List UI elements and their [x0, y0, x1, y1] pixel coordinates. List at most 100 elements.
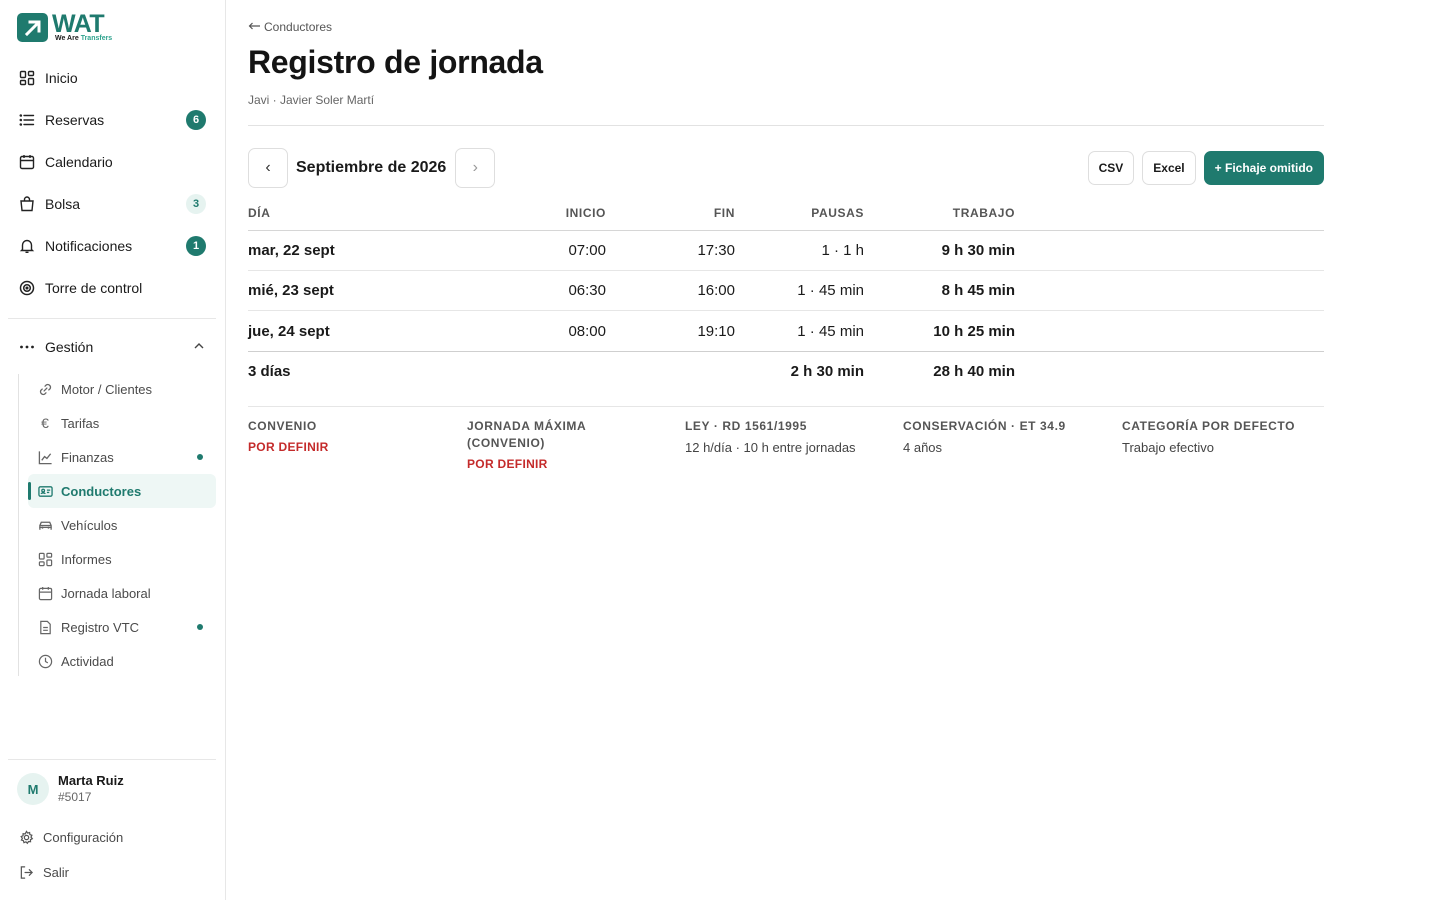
settings-link[interactable]: Configuración — [18, 829, 123, 845]
sidebar-item-label: Informes — [61, 551, 112, 567]
info-divider — [248, 406, 1324, 407]
sidebar-divider — [8, 759, 216, 760]
nav-label: Torre de control — [45, 280, 143, 296]
chevron-right-icon: › — [472, 159, 478, 176]
column-header-day: DÍA — [248, 206, 271, 220]
sidebar-item-finanzas[interactable]: Finanzas — [28, 440, 216, 474]
nav-item-torre-de-control[interactable]: Torre de control — [8, 267, 216, 309]
info-title: JORNADA MÁXIMA (CONVENIO) — [467, 419, 586, 450]
brand-logo[interactable]: WAT We Are Transfers — [17, 10, 113, 42]
more-horizontal-icon — [18, 338, 36, 356]
info-title: CATEGORÍA POR DEFECTO — [1122, 419, 1296, 433]
sidebar-item-conductores[interactable]: Conductores — [28, 474, 216, 508]
nav-label: Calendario — [45, 154, 113, 170]
nav-item-bolsa[interactable]: Bolsa 3 — [8, 183, 216, 225]
list-icon — [18, 111, 36, 129]
info-convenio: CONVENIO POR DEFINIR — [248, 418, 448, 456]
document-icon — [37, 619, 53, 635]
subnav-guide-line — [18, 374, 19, 676]
sidebar-item-tarifas[interactable]: € Tarifas — [28, 406, 216, 440]
nav-item-inicio[interactable]: Inicio — [8, 57, 216, 99]
nav-item-calendario[interactable]: Calendario — [8, 141, 216, 183]
add-missed-punch-button[interactable]: + Fichaje omitido — [1203, 151, 1324, 185]
month-navigator: ‹ Septiembre de 2026 › — [248, 148, 496, 188]
user-card[interactable]: M Marta Ruiz #5017 — [17, 773, 124, 805]
sidebar-item-label: Motor / Clientes — [61, 381, 153, 397]
sidebar-item-label: Vehículos — [61, 517, 118, 533]
sidebar-item-registro-vtc[interactable]: Registro VTC — [28, 610, 216, 644]
clock-icon — [37, 653, 53, 669]
total-work: 28 h 40 min — [933, 363, 1015, 380]
total-days: 3 días — [248, 363, 291, 380]
info-title: CONSERVACIÓN · ET 34.9 — [903, 419, 1066, 433]
dashboard-icon — [37, 551, 53, 567]
user-name: Marta Ruiz — [58, 773, 124, 788]
sidebar-item-label: Registro VTC — [61, 619, 140, 635]
sidebar-item-label: Jornada laboral — [61, 585, 151, 601]
info-conservacion: CONSERVACIÓN · ET 34.9 4 años — [903, 418, 1103, 456]
main-nav: Inicio Reservas 6 Calendario Bolsa 3 Not… — [8, 57, 216, 309]
arrow-left-icon — [248, 20, 261, 34]
page-title: Registro de jornada — [248, 44, 543, 80]
target-icon — [18, 279, 36, 297]
id-card-icon — [37, 483, 53, 499]
logout-link[interactable]: Salir — [18, 864, 69, 880]
notificaciones-count-badge: 1 — [186, 236, 206, 256]
page-subtitle: Javi · Javier Soler Martí — [248, 93, 375, 107]
sidebar-item-actividad[interactable]: Actividad — [28, 644, 216, 678]
table-row[interactable]: mar, 22 sept 07:00 17:30 1 · 1 h 9 h 30 … — [248, 231, 1324, 271]
gestion-subnav: Motor / Clientes € Tarifas Finanzas Cond… — [28, 372, 216, 678]
user-id: #5017 — [58, 790, 92, 804]
next-month-button[interactable]: › — [455, 148, 496, 188]
chevron-up-icon[interactable] — [192, 339, 206, 356]
main-content: Conductores Registro de jornada Javi · J… — [248, 0, 1324, 900]
sidebar-item-motor-clientes[interactable]: Motor / Clientes — [28, 372, 216, 406]
settings-label: Configuración — [43, 829, 124, 845]
chevron-left-icon: ‹ — [265, 159, 271, 176]
nav-item-notificaciones[interactable]: Notificaciones 1 — [8, 225, 216, 267]
sidebar-item-informes[interactable]: Informes — [28, 542, 216, 576]
cell-breaks: 1 · 45 min — [797, 282, 864, 299]
table-row[interactable]: jue, 24 sept 08:00 19:10 1 · 45 min 10 h… — [248, 311, 1324, 351]
nav-label: Inicio — [45, 70, 78, 86]
cell-start: 06:30 — [568, 282, 606, 299]
bell-icon — [18, 237, 36, 255]
nav-group-gestion[interactable]: Gestión — [8, 326, 216, 368]
nav-label: Bolsa — [45, 196, 81, 212]
month-label: Septiembre de 2026 — [296, 159, 447, 176]
back-link[interactable]: Conductores — [248, 20, 332, 34]
sidebar-item-vehiculos[interactable]: Vehículos — [28, 508, 216, 542]
bag-icon — [18, 195, 36, 213]
total-breaks: 2 h 30 min — [790, 363, 864, 380]
export-csv-button[interactable]: CSV — [1087, 151, 1135, 185]
logout-icon — [18, 864, 34, 880]
sidebar-item-label: Tarifas — [61, 415, 100, 431]
car-icon — [37, 517, 53, 533]
cell-breaks: 1 · 1 h — [821, 242, 864, 259]
back-link-label: Conductores — [264, 20, 333, 34]
table-row[interactable]: mié, 23 sept 06:30 16:00 1 · 45 min 8 h … — [248, 271, 1324, 311]
sidebar-divider — [8, 318, 216, 319]
gear-icon — [18, 829, 34, 845]
timesheet-table: DÍA INICIO FIN PAUSAS TRABAJO mar, 22 se… — [248, 196, 1324, 391]
sidebar-item-label: Actividad — [61, 653, 114, 669]
column-header-start: INICIO — [565, 206, 606, 220]
sidebar-item-jornada-laboral[interactable]: Jornada laboral — [28, 576, 216, 610]
prev-month-button[interactable]: ‹ — [248, 148, 288, 188]
export-excel-button[interactable]: Excel — [1142, 151, 1196, 185]
cell-day: mar, 22 sept — [248, 242, 335, 259]
reservas-count-badge: 6 — [186, 110, 206, 130]
avatar: M — [17, 773, 49, 805]
cell-day: mié, 23 sept — [248, 282, 334, 299]
calendar-icon — [37, 585, 53, 601]
brand-tagline-b: Transfers — [80, 35, 113, 42]
cell-start: 08:00 — [568, 322, 606, 340]
euro-icon: € — [41, 415, 49, 431]
toolbar-actions: CSV Excel + Fichaje omitido — [1087, 151, 1324, 185]
cell-breaks: 1 · 45 min — [797, 322, 864, 340]
brand-name: WAT — [52, 10, 105, 38]
info-value: 4 años — [903, 440, 943, 455]
logout-label: Salir — [43, 864, 70, 880]
nav-item-reservas[interactable]: Reservas 6 — [8, 99, 216, 141]
nav-label: Reservas — [45, 112, 105, 128]
